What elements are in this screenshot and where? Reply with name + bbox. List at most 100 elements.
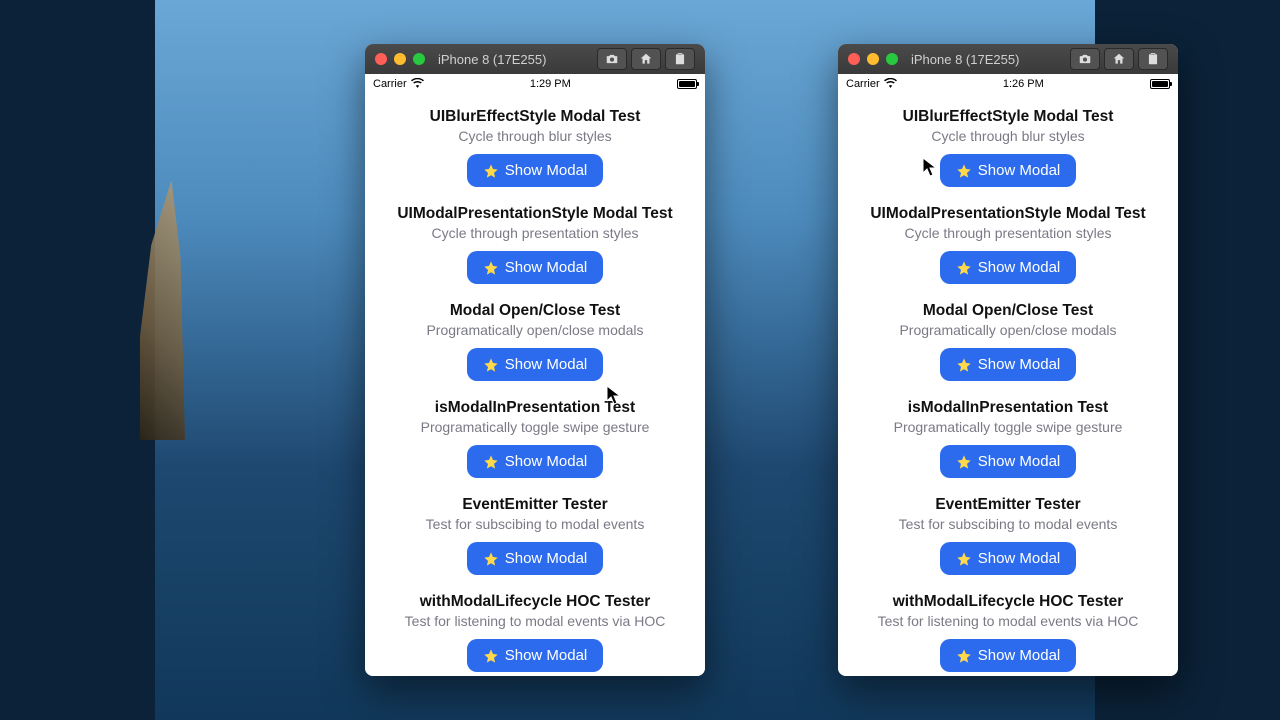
battery-icon <box>1150 79 1170 89</box>
button-label: Show Modal <box>505 356 588 373</box>
carrier-label: Carrier <box>846 78 880 90</box>
card-subtitle: Cycle through blur styles <box>850 128 1166 144</box>
traffic-minimize-button[interactable] <box>867 53 879 65</box>
card-subtitle: Cycle through presentation styles <box>850 225 1166 241</box>
app-scrollview[interactable]: UIBlurEffectStyle Modal Test Cycle throu… <box>838 94 1178 676</box>
star-icon <box>956 163 972 179</box>
star-icon <box>483 357 499 373</box>
test-card: withModalLifecycle HOC Tester Test for l… <box>838 585 1178 676</box>
battery-icon <box>677 79 697 89</box>
traffic-close-button[interactable] <box>848 53 860 65</box>
star-icon <box>483 551 499 567</box>
star-icon <box>956 260 972 276</box>
traffic-minimize-button[interactable] <box>394 53 406 65</box>
show-modal-button[interactable]: Show Modal <box>940 542 1077 575</box>
carrier-label: Carrier <box>373 78 407 90</box>
card-title: withModalLifecycle HOC Tester <box>850 593 1166 611</box>
wifi-icon <box>884 78 897 91</box>
simulator-toolbar <box>597 48 695 70</box>
card-title: EventEmitter Tester <box>377 496 693 514</box>
camera-icon[interactable] <box>597 48 627 70</box>
window-title: iPhone 8 (17E255) <box>438 52 590 67</box>
card-title: isModalInPresentation Test <box>377 399 693 417</box>
window-titlebar[interactable]: iPhone 8 (17E255) <box>365 44 705 74</box>
show-modal-button[interactable]: Show Modal <box>940 251 1077 284</box>
test-card: UIModalPresentationStyle Modal Test Cycl… <box>838 197 1178 294</box>
button-label: Show Modal <box>978 356 1061 373</box>
traffic-close-button[interactable] <box>375 53 387 65</box>
test-card: UIBlurEffectStyle Modal Test Cycle throu… <box>365 100 705 197</box>
test-card: UIBlurEffectStyle Modal Test Cycle throu… <box>838 100 1178 197</box>
card-subtitle: Test for listening to modal events via H… <box>377 613 693 629</box>
card-title: UIModalPresentationStyle Modal Test <box>850 205 1166 223</box>
star-icon <box>956 357 972 373</box>
test-card: EventEmitter Tester Test for subscibing … <box>365 488 705 585</box>
test-card: isModalInPresentation Test Programatical… <box>838 391 1178 488</box>
simulator-window-left: iPhone 8 (17E255) Carrier 1:29 PM UIBlur… <box>365 44 705 676</box>
card-title: EventEmitter Tester <box>850 496 1166 514</box>
card-title: isModalInPresentation Test <box>850 399 1166 417</box>
clipboard-icon[interactable] <box>665 48 695 70</box>
show-modal-button[interactable]: Show Modal <box>467 251 604 284</box>
button-label: Show Modal <box>505 550 588 567</box>
simulator-toolbar <box>1070 48 1168 70</box>
test-card: Modal Open/Close Test Programatically op… <box>365 294 705 391</box>
card-subtitle: Programatically toggle swipe gesture <box>377 419 693 435</box>
show-modal-button[interactable]: Show Modal <box>940 348 1077 381</box>
mouse-cursor <box>923 158 937 183</box>
card-subtitle: Programatically toggle swipe gesture <box>850 419 1166 435</box>
show-modal-button[interactable]: Show Modal <box>940 154 1077 187</box>
button-label: Show Modal <box>505 162 588 179</box>
card-subtitle: Programatically open/close modals <box>377 322 693 338</box>
test-card: Modal Open/Close Test Programatically op… <box>838 294 1178 391</box>
star-icon <box>483 260 499 276</box>
traffic-zoom-button[interactable] <box>886 53 898 65</box>
button-label: Show Modal <box>978 647 1061 664</box>
mouse-cursor <box>607 386 621 411</box>
card-title: Modal Open/Close Test <box>377 302 693 320</box>
clock-label: 1:26 PM <box>1003 78 1044 90</box>
star-icon <box>483 454 499 470</box>
show-modal-button[interactable]: Show Modal <box>940 639 1077 672</box>
home-icon[interactable] <box>631 48 661 70</box>
button-label: Show Modal <box>505 259 588 276</box>
star-icon <box>956 648 972 664</box>
test-card: withModalLifecycle HOC Tester Test for l… <box>365 585 705 676</box>
show-modal-button[interactable]: Show Modal <box>467 445 604 478</box>
card-title: UIModalPresentationStyle Modal Test <box>377 205 693 223</box>
show-modal-button[interactable]: Show Modal <box>467 639 604 672</box>
macos-desktop: iPhone 8 (17E255) Carrier 1:29 PM UIBlur… <box>155 0 1095 720</box>
ios-status-bar: Carrier 1:29 PM <box>365 74 705 94</box>
button-label: Show Modal <box>978 162 1061 179</box>
wifi-icon <box>411 78 424 91</box>
star-icon <box>483 163 499 179</box>
camera-icon[interactable] <box>1070 48 1100 70</box>
card-subtitle: Cycle through presentation styles <box>377 225 693 241</box>
home-icon[interactable] <box>1104 48 1134 70</box>
show-modal-button[interactable]: Show Modal <box>467 348 604 381</box>
button-label: Show Modal <box>978 453 1061 470</box>
app-scrollview[interactable]: UIBlurEffectStyle Modal Test Cycle throu… <box>365 94 705 676</box>
clipboard-icon[interactable] <box>1138 48 1168 70</box>
window-titlebar[interactable]: iPhone 8 (17E255) <box>838 44 1178 74</box>
button-label: Show Modal <box>505 453 588 470</box>
star-icon <box>956 551 972 567</box>
card-title: UIBlurEffectStyle Modal Test <box>850 108 1166 126</box>
show-modal-button[interactable]: Show Modal <box>940 445 1077 478</box>
card-title: withModalLifecycle HOC Tester <box>377 593 693 611</box>
test-card: EventEmitter Tester Test for subscibing … <box>838 488 1178 585</box>
button-label: Show Modal <box>978 259 1061 276</box>
card-subtitle: Test for subscibing to modal events <box>850 516 1166 532</box>
star-icon <box>956 454 972 470</box>
card-subtitle: Programatically open/close modals <box>850 322 1166 338</box>
ios-status-bar: Carrier 1:26 PM <box>838 74 1178 94</box>
show-modal-button[interactable]: Show Modal <box>467 154 604 187</box>
test-card: UIModalPresentationStyle Modal Test Cycl… <box>365 197 705 294</box>
simulator-window-right: iPhone 8 (17E255) Carrier 1:26 PM UIBlur… <box>838 44 1178 676</box>
traffic-zoom-button[interactable] <box>413 53 425 65</box>
show-modal-button[interactable]: Show Modal <box>467 542 604 575</box>
test-card: isModalInPresentation Test Programatical… <box>365 391 705 488</box>
card-subtitle: Test for subscibing to modal events <box>377 516 693 532</box>
clock-label: 1:29 PM <box>530 78 571 90</box>
wallpaper-mountain <box>140 180 185 440</box>
